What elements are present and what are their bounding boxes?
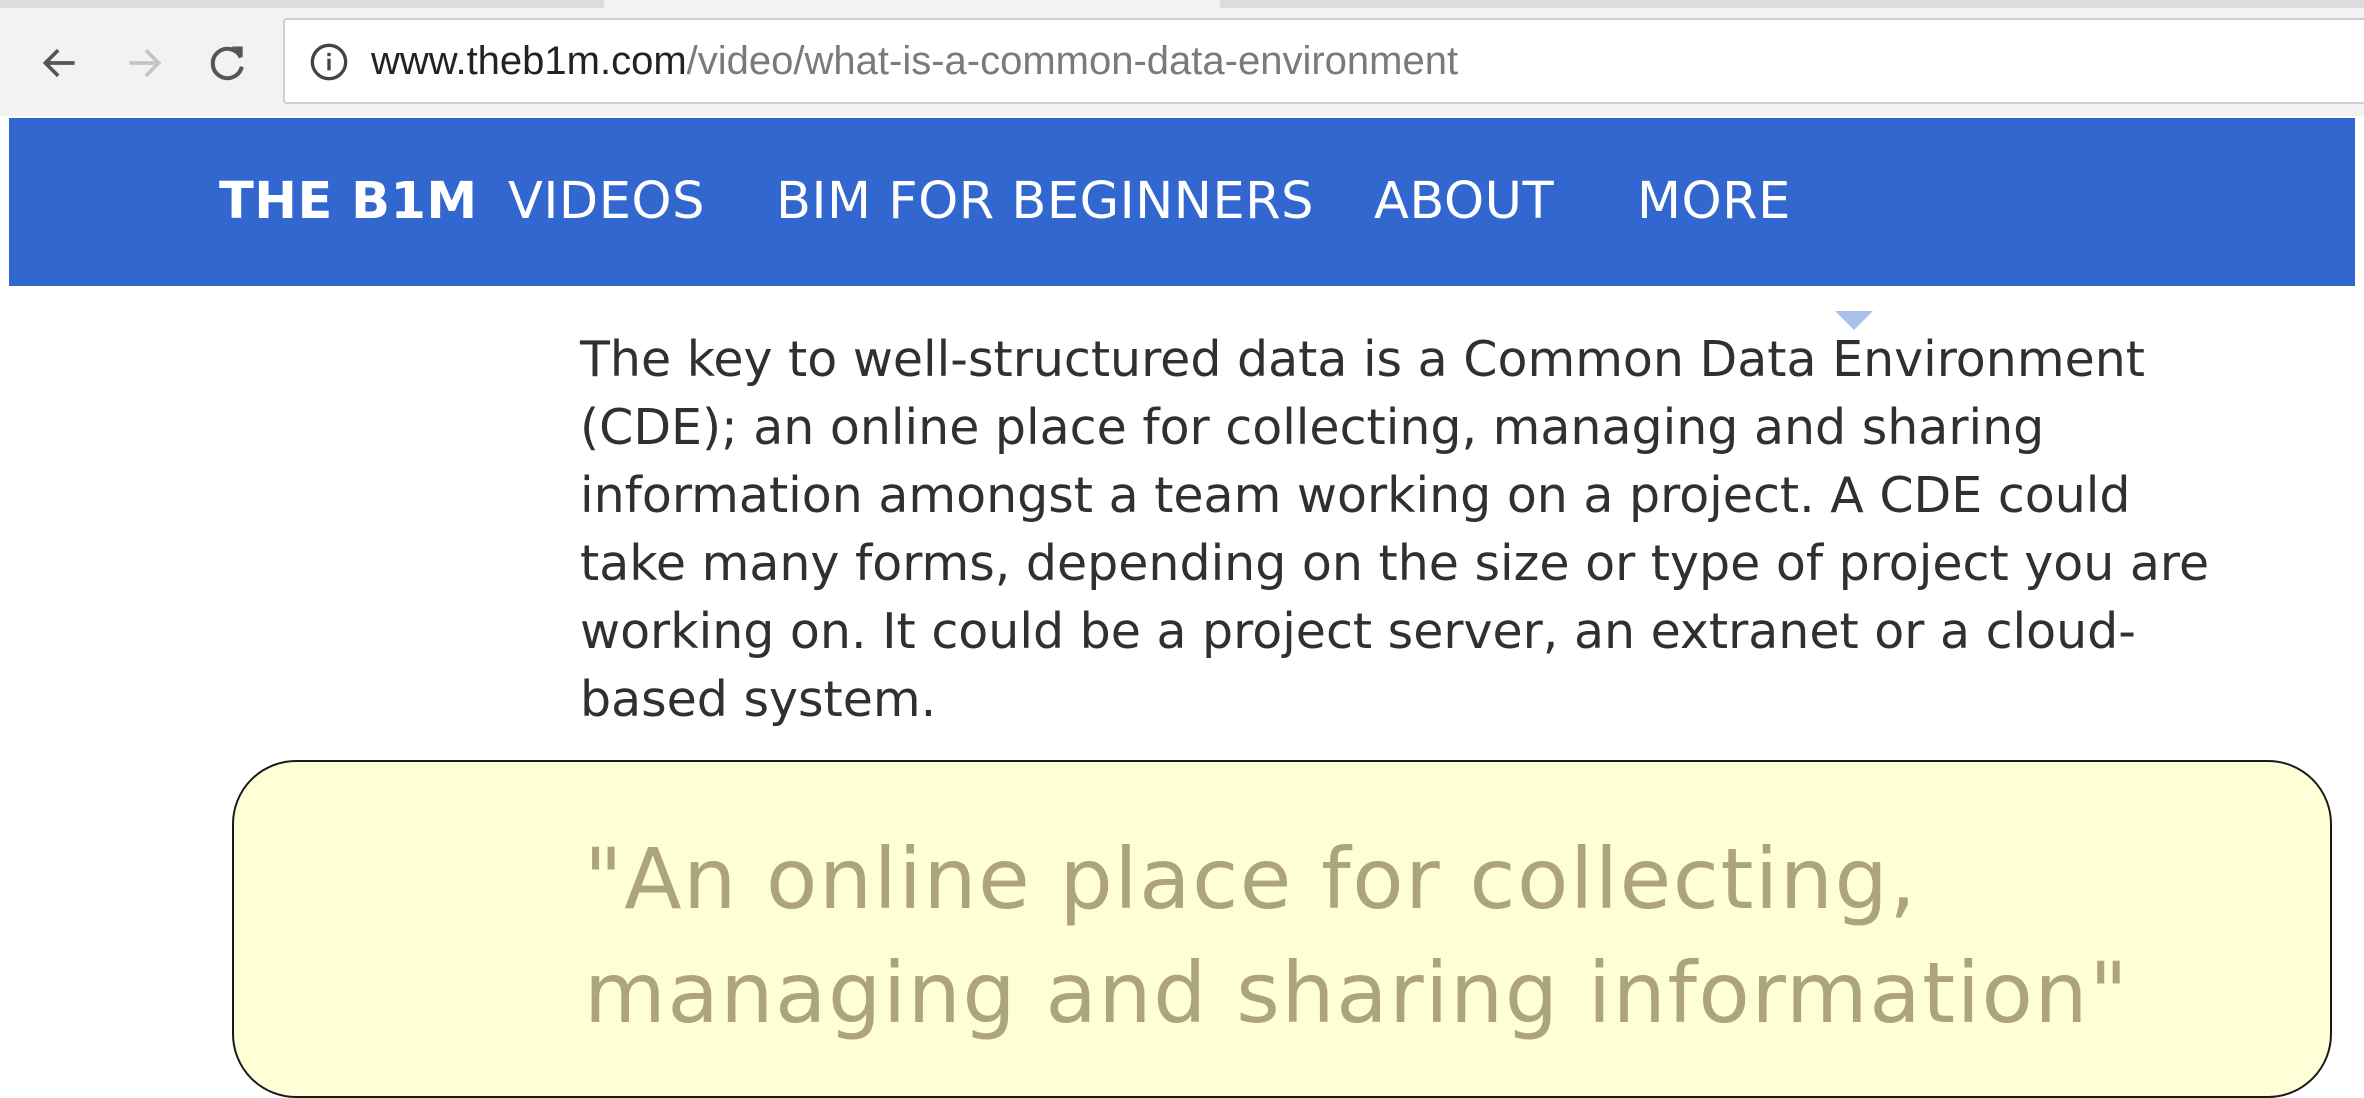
browser-tab-edge xyxy=(0,0,604,8)
arrow-left-icon xyxy=(42,48,75,78)
nav-link-about[interactable]: ABOUT xyxy=(1374,118,1554,286)
pull-quote-callout: "An online place for collecting, managin… xyxy=(232,760,2332,1098)
nav-link-more[interactable]: MORE xyxy=(1637,118,1791,286)
article-paragraph: The key to well-structured data is a Com… xyxy=(580,331,2210,728)
info-icon[interactable] xyxy=(309,42,349,82)
pull-quote-text: "An online place for collecting, managin… xyxy=(584,830,2130,1042)
url-text[interactable]: www.theb1m.com/video/what-is-a-common-da… xyxy=(371,20,1458,102)
arrow-right-icon xyxy=(129,48,162,78)
site-navigation: THE B1M VIDEOS BIM FOR BEGINNERS ABOUT M… xyxy=(9,118,2355,330)
browser-toolbar: www.theb1m.com/video/what-is-a-common-da… xyxy=(0,0,2364,116)
nav-link-videos[interactable]: VIDEOS xyxy=(508,118,705,286)
site-logo-link[interactable]: THE B1M xyxy=(219,118,478,286)
url-host: www.theb1m.com xyxy=(371,39,687,83)
forward-button[interactable] xyxy=(118,30,170,96)
reload-button[interactable] xyxy=(202,30,254,96)
reload-icon xyxy=(210,46,244,81)
browser-tab-edge xyxy=(1220,0,2364,8)
nav-link-bim-for-beginners[interactable]: BIM FOR BEGINNERS xyxy=(776,118,1314,286)
url-path: /video/what-is-a-common-data-environment xyxy=(686,39,1459,83)
address-bar[interactable]: www.theb1m.com/video/what-is-a-common-da… xyxy=(283,18,2364,104)
back-button[interactable] xyxy=(34,30,86,96)
